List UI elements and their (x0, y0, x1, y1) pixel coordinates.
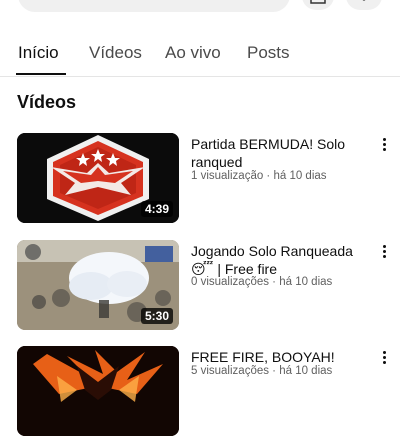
video-menu-button[interactable] (378, 244, 390, 262)
video-list-item[interactable]: FREE FIRE, BOOYAH! 5 visualizações · há … (0, 346, 400, 438)
cast-icon (310, 0, 326, 4)
video-meta: 5 visualizações · há 10 dias (191, 365, 333, 377)
video-thumbnail[interactable]: 4:39 (17, 133, 179, 223)
video-title[interactable]: Partida BERMUDA! Solo ranqued (191, 135, 363, 171)
tab-posts[interactable]: Posts (247, 43, 290, 63)
active-tab-indicator (16, 73, 66, 75)
section-title: Vídeos (17, 92, 77, 112)
video-list-item[interactable]: 4:39 Partida BERMUDA! Solo ranqued 1 vis… (0, 133, 400, 225)
fire-character-thumbnail-art (17, 346, 179, 436)
video-thumbnail[interactable] (17, 346, 179, 436)
tab-inicio[interactable]: Início (18, 43, 59, 63)
video-duration: 5:30 (140, 308, 173, 324)
app-top-bar (0, 0, 400, 14)
tabs-divider (0, 76, 400, 77)
more-options-button[interactable] (346, 0, 382, 10)
cast-button[interactable] (302, 0, 334, 10)
video-thumbnail[interactable]: 5:30 (17, 240, 179, 330)
video-meta: 0 visualizações · há 10 dias (191, 276, 333, 288)
video-menu-button[interactable] (378, 137, 390, 155)
channel-tabs: Início Vídeos Ao vivo Posts (0, 36, 400, 76)
video-duration: 4:39 (140, 201, 173, 217)
tab-videos[interactable]: Vídeos (89, 43, 142, 63)
video-title[interactable]: Jogando Solo Ranqueada 😴 | Free fire (191, 242, 363, 278)
tab-ao-vivo[interactable]: Ao vivo (165, 43, 221, 63)
video-list-item[interactable]: 5:30 Jogando Solo Ranqueada 😴 | Free fir… (0, 240, 400, 332)
more-icon (362, 0, 366, 1)
video-meta: 1 visualização · há 10 dias (191, 170, 327, 182)
search-box[interactable] (18, 0, 290, 12)
video-menu-button[interactable] (378, 350, 390, 368)
video-title[interactable]: FREE FIRE, BOOYAH! (191, 348, 363, 366)
